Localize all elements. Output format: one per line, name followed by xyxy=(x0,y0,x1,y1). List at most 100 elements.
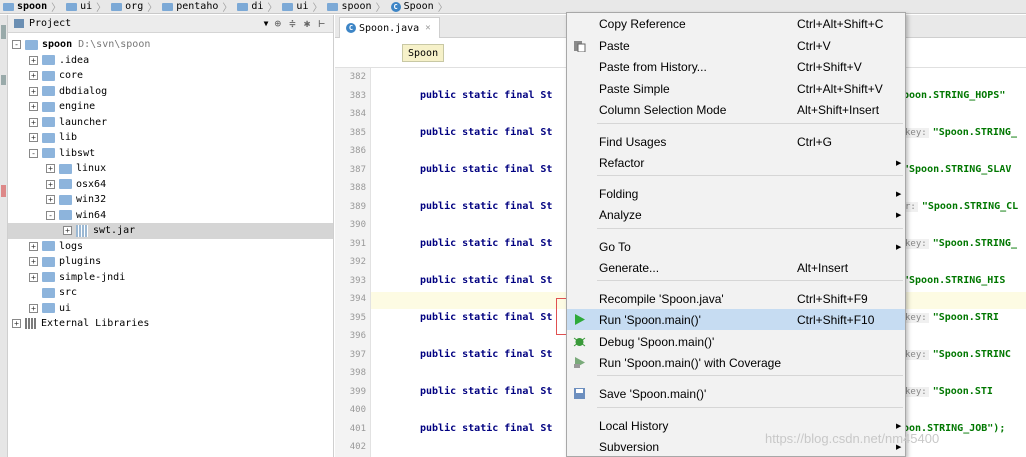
project-panel-title[interactable]: Project xyxy=(29,18,71,29)
breadcrumb-item[interactable]: org 〉 xyxy=(108,0,159,14)
code-line[interactable]: public static final St xyxy=(420,386,552,397)
project-tree[interactable]: - spoon D:\svn\spoon + .idea + core + dbdialog + e… xyxy=(8,33,333,332)
code-line[interactable]: public static final St xyxy=(420,423,552,434)
tree-expander-icon[interactable]: - xyxy=(12,40,21,50)
tree-expander-icon[interactable]: + xyxy=(46,164,55,174)
gear-icon[interactable]: ✱ xyxy=(304,17,311,30)
menu-item-recompile-spoon-java[interactable]: Recompile 'Spoon.java' Ctrl+Shift+F9 xyxy=(567,288,905,309)
breadcrumb-label: spoon xyxy=(17,1,48,12)
tree-node-label: ui xyxy=(59,302,72,314)
tree-node[interactable]: + swt.jar xyxy=(8,223,333,239)
breadcrumb-item[interactable]: spoon 〉 xyxy=(0,0,63,13)
code-line-tail[interactable]: key: "Spoon.STRING_ xyxy=(903,127,1017,138)
tree-expander-icon[interactable]: + xyxy=(29,241,38,251)
menu-item-run-spoon-main-with-coverage[interactable]: Run 'Spoon.main()' with Coverage xyxy=(567,352,905,373)
menu-item-folding[interactable]: Folding ▶ xyxy=(567,183,905,204)
tree-expander-icon[interactable]: + xyxy=(46,195,55,205)
menu-item-paste-from-history[interactable]: Paste from History... Ctrl+Shift+V xyxy=(567,56,905,77)
close-icon[interactable]: ✕ xyxy=(425,23,430,33)
tree-node[interactable]: - win64 xyxy=(8,208,333,224)
tree-node[interactable]: + logs xyxy=(8,239,333,255)
tree-node[interactable]: + launcher xyxy=(8,115,333,131)
code-line[interactable]: public static final St xyxy=(420,238,552,249)
code-line[interactable]: public static final St xyxy=(420,275,552,286)
line-number: 392 xyxy=(349,257,366,267)
tree-node[interactable]: + lib xyxy=(8,130,333,146)
menu-item-run-spoon-main[interactable]: Run 'Spoon.main()' Ctrl+Shift+F10 xyxy=(567,309,905,330)
tree-node[interactable]: + .idea xyxy=(8,53,333,69)
tree-expander-icon[interactable]: + xyxy=(29,133,38,143)
favorites-tool-button[interactable] xyxy=(1,185,6,197)
tree-expander-icon[interactable]: + xyxy=(29,257,38,267)
project-tool-button[interactable] xyxy=(1,25,6,39)
menu-item-shortcut: Ctrl+Shift+V xyxy=(797,59,862,74)
tree-node[interactable]: + ui xyxy=(8,301,333,317)
tree-expander-icon[interactable]: + xyxy=(12,319,21,329)
menu-item-generate[interactable]: Generate... Alt+Insert xyxy=(567,257,905,278)
tree-expander-icon[interactable]: + xyxy=(29,86,38,96)
menu-item-label: Paste xyxy=(599,38,630,53)
tree-expander-icon[interactable]: + xyxy=(29,102,38,112)
tree-node[interactable]: + linux xyxy=(8,161,333,177)
tree-node[interactable]: + plugins xyxy=(8,254,333,270)
breadcrumb-separator: 〉 xyxy=(147,3,158,14)
menu-item-analyze[interactable]: Analyze ▶ xyxy=(567,204,905,225)
menu-item-go-to[interactable]: Go To ▶ xyxy=(567,236,905,257)
code-line[interactable]: public static final St xyxy=(420,127,552,138)
debug-icon xyxy=(573,335,586,348)
editor-crumb[interactable]: Spoon xyxy=(402,44,445,62)
tree-node[interactable]: src xyxy=(8,285,333,301)
code-line[interactable]: public static final St xyxy=(420,201,552,212)
structure-tool-button[interactable] xyxy=(1,75,6,85)
breadcrumb-item[interactable]: di 〉 xyxy=(234,0,279,13)
tab-spoon-java[interactable]: C Spoon.java ✕ xyxy=(339,17,440,38)
tree-node[interactable]: + core xyxy=(8,68,333,84)
tree-node[interactable]: + osx64 xyxy=(8,177,333,193)
locate-icon[interactable]: ⊕ xyxy=(275,17,282,30)
code-line[interactable]: public static final St xyxy=(420,349,552,360)
code-line-tail[interactable]: poon.STRING_HOPS" xyxy=(903,90,1005,101)
menu-item-debug-spoon-main[interactable]: Debug 'Spoon.main()' xyxy=(567,331,905,352)
menu-item-column-selection-mode[interactable]: Column Selection Mode Alt+Shift+Insert xyxy=(567,99,905,120)
breadcrumb-item[interactable]: ui 〉 xyxy=(63,0,108,13)
tree-expander-icon[interactable]: + xyxy=(29,55,38,65)
breadcrumb-item[interactable]: C Spoon 〉 xyxy=(388,0,450,13)
tree-expander-icon[interactable]: - xyxy=(29,148,38,158)
collapse-all-icon[interactable]: ≑ xyxy=(289,17,296,30)
tree-expander-icon[interactable]: + xyxy=(29,303,38,313)
tree-expander-icon[interactable]: + xyxy=(29,71,38,81)
tree-expander-icon[interactable]: + xyxy=(63,226,72,236)
code-line[interactable]: public static final St xyxy=(420,164,552,175)
tree-node[interactable]: - libswt xyxy=(8,146,333,162)
chevron-down-icon[interactable]: ▼ xyxy=(264,19,269,28)
tree-expander-icon[interactable]: - xyxy=(46,210,55,220)
menu-item-paste[interactable]: Paste Ctrl+V xyxy=(567,35,905,56)
menu-item-copy-reference[interactable]: Copy Reference Ctrl+Alt+Shift+C xyxy=(567,13,905,34)
tree-expander-icon[interactable]: + xyxy=(46,179,55,189)
menu-item-find-usages[interactable]: Find Usages Ctrl+G xyxy=(567,131,905,152)
breadcrumb-item[interactable]: ui 〉 xyxy=(279,0,324,13)
tree-node[interactable]: + win32 xyxy=(8,192,333,208)
tree-expander-icon[interactable]: + xyxy=(29,117,38,127)
code-line-tail[interactable]: key: "Spoon.STRING_ xyxy=(903,238,1017,249)
breadcrumb-item[interactable]: spoon 〉 xyxy=(324,0,387,13)
menu-item-paste-simple[interactable]: Paste Simple Ctrl+Alt+Shift+V xyxy=(567,78,905,99)
tree-node[interactable]: + dbdialog xyxy=(8,84,333,100)
code-line-tail[interactable]: "Spoon.STRING_HIS xyxy=(903,275,1005,286)
tree-node[interactable]: - spoon D:\svn\spoon xyxy=(8,37,333,53)
tree-node[interactable]: + engine xyxy=(8,99,333,115)
code-line-tail[interactable]: key: "Spoon.STRINC xyxy=(903,349,1011,360)
code-line-tail[interactable]: key: "Spoon.STI xyxy=(903,386,993,397)
hide-icon[interactable]: ⊢ xyxy=(318,17,325,30)
breadcrumb-item[interactable]: pentaho 〉 xyxy=(159,0,234,13)
tree-node[interactable]: + External Libraries xyxy=(8,316,333,332)
code-line[interactable]: public static final St xyxy=(420,90,552,101)
menu-item-save-spoon-main[interactable]: Save 'Spoon.main()' xyxy=(567,383,905,404)
tree-node[interactable]: + simple-jndi xyxy=(8,270,333,286)
code-line[interactable]: public static final St xyxy=(420,312,552,323)
code-line-tail[interactable]: key: "Spoon.STRI xyxy=(903,312,999,323)
code-line-tail[interactable]: r: "Spoon.STRING_CL xyxy=(903,201,1018,212)
code-line-tail[interactable]: "Spoon.STRING_SLAV xyxy=(903,164,1011,175)
menu-item-refactor[interactable]: Refactor ▶ xyxy=(567,152,905,173)
tree-expander-icon[interactable]: + xyxy=(29,272,38,282)
